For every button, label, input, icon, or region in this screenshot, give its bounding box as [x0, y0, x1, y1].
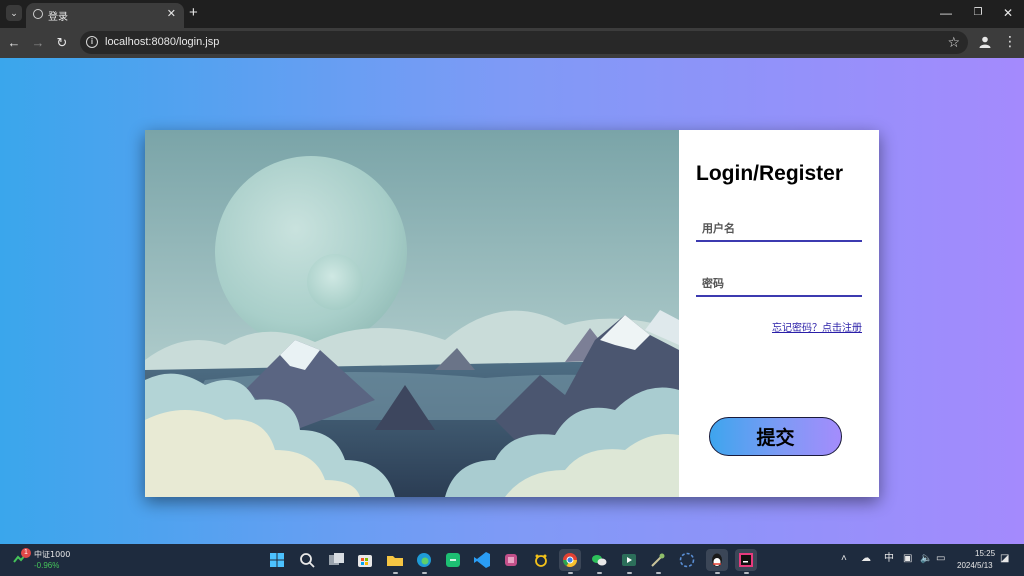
back-icon[interactable]: ←: [6, 35, 22, 51]
notification-badge: 1: [21, 548, 31, 558]
password-input[interactable]: [696, 271, 862, 297]
browser-tab-bar: ⌄ 登录 ✕ + — ❐ ✕: [0, 0, 1024, 28]
login-card: Login/Register 忘记密码？点击注册 提交: [145, 130, 879, 497]
url-text[interactable]: localhost:8080/login.jsp: [105, 36, 219, 48]
store-icon[interactable]: [354, 549, 376, 571]
qq-icon[interactable]: [706, 549, 728, 574]
app-icon[interactable]: [500, 549, 522, 571]
baidu-icon[interactable]: [530, 549, 552, 571]
taskbar: 1 中证1000 -0.96% ˄ ☁ 中 ▣ 🔈 ▭ 15:25 2024/5…: [0, 544, 1024, 576]
battery-icon[interactable]: ▭: [936, 553, 945, 565]
chevron-up-icon[interactable]: ˄: [841, 553, 847, 565]
reload-icon[interactable]: ↻: [54, 35, 70, 51]
login-form: Login/Register 忘记密码？点击注册 提交: [679, 130, 879, 497]
media-icon[interactable]: [618, 549, 640, 574]
browser-toolbar: ← → ↻ i localhost:8080/login.jsp ☆: [0, 28, 1024, 58]
windows-start-icon[interactable]: [266, 549, 288, 571]
close-icon[interactable]: ✕: [1000, 5, 1016, 21]
tab-title: 登录: [48, 12, 68, 23]
running-indicator: [597, 572, 602, 574]
star-icon[interactable]: ☆: [947, 34, 960, 51]
submit-button[interactable]: 提交: [709, 417, 842, 456]
running-indicator: [393, 572, 398, 574]
menu-icon[interactable]: ⋮: [1003, 34, 1017, 48]
notification-icon[interactable]: ◪: [1000, 553, 1009, 565]
clock-time[interactable]: 15:25: [975, 549, 995, 558]
running-indicator: [422, 572, 427, 574]
running-indicator: [568, 572, 573, 574]
username-input[interactable]: [696, 216, 862, 242]
address-bar[interactable]: i localhost:8080/login.jsp ☆: [80, 31, 968, 54]
clock-date[interactable]: 2024/5/13: [957, 561, 993, 570]
stock-change: -0.96%: [34, 561, 60, 570]
intellij-icon[interactable]: [735, 549, 757, 574]
running-indicator: [744, 572, 749, 574]
ime-indicator[interactable]: 中: [884, 553, 894, 565]
running-indicator: [656, 572, 661, 574]
new-tab-icon[interactable]: +: [189, 4, 198, 21]
sword-icon[interactable]: [647, 549, 669, 574]
chrome-icon[interactable]: [559, 549, 581, 574]
search-icon[interactable]: [296, 549, 318, 571]
login-title: Login/Register: [696, 162, 844, 185]
volume-muted-icon[interactable]: 🔈: [920, 553, 932, 565]
page-background: Login/Register 忘记密码？点击注册 提交: [0, 58, 1024, 544]
wechat-work-icon[interactable]: [442, 549, 464, 571]
stock-name[interactable]: 中证1000: [34, 549, 70, 560]
edge-icon[interactable]: [413, 549, 435, 574]
file-explorer-icon[interactable]: [384, 549, 406, 574]
steam-icon[interactable]: [676, 549, 698, 571]
tab-close-icon[interactable]: ✕: [167, 7, 176, 20]
restore-icon[interactable]: ❐: [970, 5, 986, 21]
tab-search-chevron-icon[interactable]: ⌄: [6, 5, 22, 21]
task-view-icon[interactable]: [325, 549, 347, 571]
vscode-icon[interactable]: [471, 549, 493, 571]
running-indicator: [627, 572, 632, 574]
globe-icon: [33, 9, 43, 19]
site-info-icon[interactable]: i: [86, 36, 98, 48]
planet-mountain-illustration: [145, 130, 679, 497]
browser-tab[interactable]: 登录 ✕: [26, 3, 184, 28]
profile-icon[interactable]: [978, 35, 992, 49]
onedrive-icon[interactable]: ☁: [861, 553, 871, 565]
minimize-icon[interactable]: —: [938, 5, 954, 21]
network-icon[interactable]: ▣: [903, 553, 912, 565]
running-indicator: [715, 572, 720, 574]
wechat-icon[interactable]: [588, 549, 610, 574]
forgot-password-link[interactable]: 忘记密码？点击注册: [772, 319, 862, 334]
forward-icon[interactable]: →: [30, 35, 46, 51]
